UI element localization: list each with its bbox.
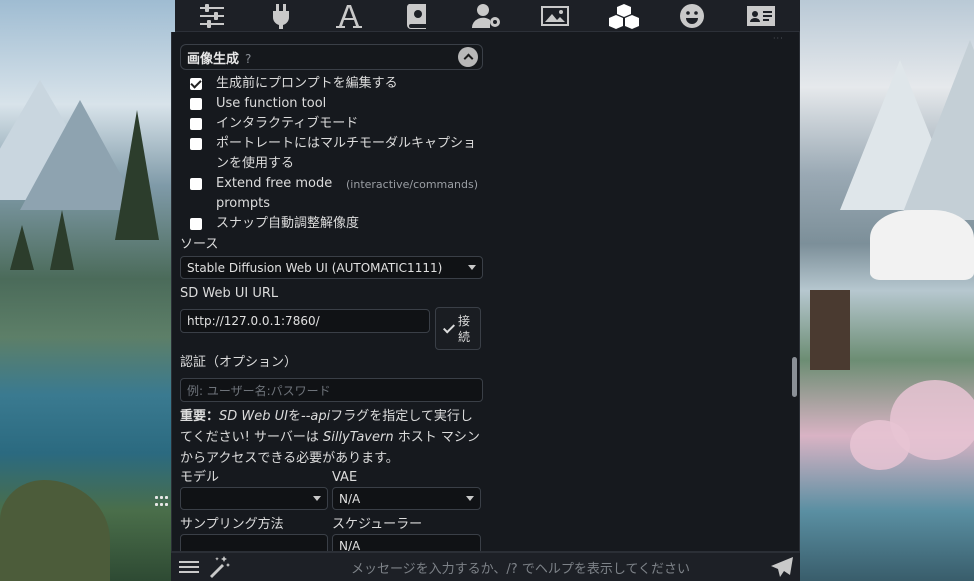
- checkbox-interactive-mode[interactable]: [190, 118, 202, 130]
- chevron-down-icon: [313, 496, 321, 501]
- house-shape: [810, 290, 850, 370]
- grid-handle-icon[interactable]: [155, 496, 169, 508]
- cubes-icon[interactable]: [607, 2, 641, 30]
- chevron-down-icon: [468, 265, 476, 270]
- section-header[interactable]: 画像生成?: [180, 44, 483, 70]
- checkbox-label: 生成前にプロンプトを編集する: [216, 76, 398, 91]
- background-left: [0, 0, 175, 581]
- note-italic: SD Web UI: [219, 409, 288, 424]
- menu-icon[interactable]: [177, 555, 201, 579]
- source-label: ソース: [180, 237, 219, 252]
- source-value: Stable Diffusion Web UI (AUTOMATIC1111): [187, 260, 443, 275]
- sliders-icon[interactable]: [195, 2, 229, 30]
- scrollbar-thumb[interactable]: [792, 357, 797, 397]
- scheduler-select[interactable]: N/A: [332, 534, 481, 552]
- checkbox-multimodal-caption[interactable]: [190, 138, 202, 150]
- checkbox-label: ポートレートにはマルチモーダルキャプションを使用する: [216, 136, 477, 171]
- magic-wand-icon[interactable]: [207, 555, 231, 579]
- checkbox-hint: (interactive/commands): [346, 178, 478, 191]
- vae-select[interactable]: N/A: [332, 487, 481, 510]
- scheduler-label: スケジューラー: [332, 517, 423, 532]
- extensions-panel: ··· 画像生成? 生成前にプロンプトを編集する Use function to…: [171, 32, 800, 552]
- note-text: を: [288, 409, 302, 424]
- tree-shape: [10, 225, 34, 270]
- checkbox-extend-free-mode[interactable]: [190, 178, 202, 190]
- font-icon[interactable]: [332, 2, 366, 30]
- model-label: モデル: [180, 470, 220, 485]
- checkbox-row[interactable]: 生成前にプロンプトを編集する: [180, 74, 483, 94]
- note-code: --api: [301, 409, 331, 424]
- sampler-label: サンプリング方法: [180, 517, 284, 532]
- chat-input[interactable]: メッセージを入力するか、/? でヘルプを表示してください: [231, 558, 770, 577]
- mountain-shape: [900, 40, 974, 220]
- checkbox-row[interactable]: インタラクティブモード: [180, 114, 483, 134]
- sampler-select[interactable]: [180, 534, 328, 551]
- checkbox-label: Use function tool: [216, 96, 327, 111]
- background-right: [800, 0, 974, 581]
- model-vae-row: モデル VAE N/A: [180, 469, 483, 510]
- section-title: 画像生成: [187, 51, 240, 67]
- send-icon[interactable]: [770, 555, 794, 579]
- checkbox-row[interactable]: Use function tool: [180, 94, 483, 114]
- url-row: http://127.0.0.1:7860/ 接 続: [180, 307, 483, 350]
- checkbox-label: スナップ自動調整解像度: [216, 216, 360, 231]
- note-italic: SillyTavern: [322, 430, 394, 445]
- book-icon[interactable]: [401, 2, 435, 30]
- model-select[interactable]: [180, 487, 328, 510]
- blossom-shape: [850, 420, 910, 470]
- checkbox-edit-prompt[interactable]: [190, 78, 202, 90]
- source-select[interactable]: Stable Diffusion Web UI (AUTOMATIC1111): [180, 256, 483, 279]
- scheduler-value: N/A: [339, 538, 361, 552]
- id-card-icon[interactable]: [744, 2, 778, 30]
- vae-label: VAE: [332, 470, 358, 485]
- tree-shape: [115, 110, 159, 240]
- auth-label: 認証（オプション）: [180, 355, 298, 370]
- checkbox-function-tool[interactable]: [190, 98, 202, 110]
- image-generation-settings: 画像生成? 生成前にプロンプトを編集する Use function tool イ…: [180, 44, 483, 552]
- drag-handle-icon[interactable]: ···: [773, 34, 784, 43]
- checkbox-label: Extend free mode prompts: [216, 176, 333, 211]
- check-icon: [442, 320, 455, 334]
- checkbox-row[interactable]: スナップ自動調整解像度: [180, 214, 483, 234]
- sd-url-input[interactable]: http://127.0.0.1:7860/: [180, 309, 430, 333]
- checkbox-row[interactable]: Extend free mode prompts (interactive/co…: [180, 174, 483, 214]
- important-note: 重要：SD Web UIを--apiフラグを指定して実行してください! サーバー…: [180, 406, 483, 469]
- connect-button[interactable]: 接 続: [435, 307, 481, 350]
- top-toolbar: [175, 0, 800, 32]
- checkbox-row[interactable]: ポートレートにはマルチモーダルキャプションを使用する: [180, 134, 483, 174]
- cliff-shape: [0, 480, 110, 581]
- chevron-down-icon: [466, 496, 474, 501]
- user-cog-icon[interactable]: [470, 2, 504, 30]
- smile-icon[interactable]: [675, 2, 709, 30]
- tree-shape: [50, 210, 74, 270]
- checkbox-snap-resolution[interactable]: [190, 218, 202, 230]
- image-icon[interactable]: [538, 2, 572, 30]
- plug-icon[interactable]: [264, 2, 298, 30]
- connect-label-2: 続: [457, 329, 470, 344]
- note-bold: 重要：: [180, 409, 220, 424]
- collapse-icon[interactable]: [458, 47, 478, 67]
- vae-value: N/A: [339, 491, 361, 506]
- checkbox-label: インタラクティブモード: [216, 116, 359, 131]
- chat-bar: メッセージを入力するか、/? でヘルプを表示してください: [171, 552, 800, 581]
- snowy-trees-shape: [870, 210, 974, 280]
- url-label: SD Web UI URL: [180, 286, 279, 301]
- auth-input[interactable]: 例: ユーザー名:パスワード: [180, 378, 483, 402]
- sampler-scheduler-row: サンプリング方法 スケジューラー N/A: [180, 516, 483, 552]
- connect-label-1: 接: [457, 313, 470, 328]
- help-icon[interactable]: ?: [245, 52, 251, 66]
